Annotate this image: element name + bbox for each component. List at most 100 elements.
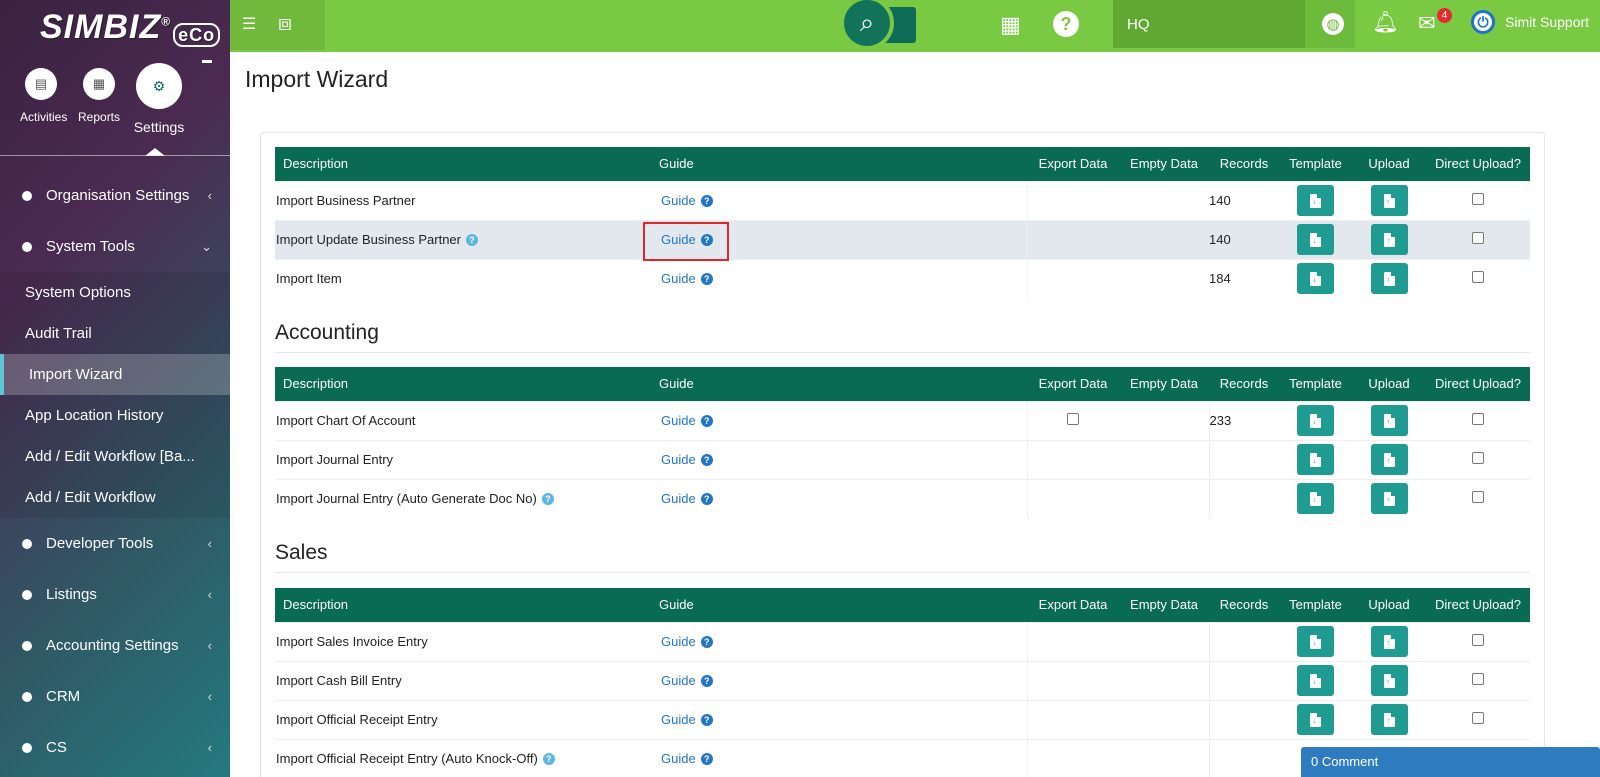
question-icon[interactable]: ? <box>700 636 713 648</box>
template-download-button[interactable]: ↓ <box>1297 704 1334 735</box>
sidebar-item-listings[interactable]: Listings ‹ <box>0 569 230 620</box>
upload-button[interactable]: ↑ <box>1370 185 1408 216</box>
direct-upload-checkbox[interactable] <box>1472 193 1484 205</box>
sidebar-sub-audit-trail[interactable]: Audit Trail <box>0 313 230 354</box>
sidebar-sub-import-wizard[interactable]: Import Wizard <box>0 354 230 395</box>
export-cell <box>1026 478 1119 518</box>
section-title-sales: Sales <box>275 541 328 564</box>
sidebar-item-organisation-settings[interactable]: Organisation Settings ‹ <box>0 170 230 221</box>
guide-link[interactable]: Guide <box>661 673 696 688</box>
quick-reports[interactable]: ▦ Reports <box>78 68 120 124</box>
chevron-left-icon: ‹ <box>207 740 212 755</box>
template-download-button[interactable]: ↓ <box>1297 444 1334 475</box>
sidebar-item-cs[interactable]: CS ‹ <box>0 722 230 773</box>
sidebar-sub-add-edit-workflow-ba[interactable]: Add / Edit Workflow [Ba... <box>0 436 230 477</box>
sidebar-item-developer-tools[interactable]: Developer Tools ‹ <box>0 518 230 569</box>
hamburger-menu-icon[interactable]: ☰ <box>242 14 256 34</box>
upload-button[interactable]: ↑ <box>1370 224 1408 255</box>
bullet-icon <box>22 742 32 753</box>
brand-logo[interactable]: SIMBIZ®eCo <box>40 8 221 47</box>
info-icon[interactable]: ? <box>541 493 554 506</box>
question-icon[interactable]: ? <box>700 195 713 207</box>
sidebar-sub-system-options[interactable]: System Options <box>0 272 230 313</box>
upload-button[interactable]: ↑ <box>1370 405 1408 436</box>
col-records: Records <box>1219 597 1269 613</box>
guide-link[interactable]: Guide <box>661 751 696 766</box>
col-direct-upload: Direct Upload? <box>1435 156 1521 172</box>
upload-button[interactable]: ↑ <box>1370 444 1408 475</box>
mail-icon[interactable]: ✉ <box>1418 11 1436 36</box>
question-icon[interactable]: ? <box>700 493 713 506</box>
store-icon[interactable]: ▦ <box>1000 12 1026 37</box>
quick-settings[interactable]: ⚙ Settings <box>131 63 187 135</box>
export-cell <box>1026 660 1119 700</box>
guide-link[interactable]: Guide <box>661 634 696 649</box>
template-download-button[interactable]: ↓ <box>1297 626 1334 657</box>
sidebar-sub-add-edit-workflow[interactable]: Add / Edit Workflow <box>0 477 230 518</box>
upload-button[interactable]: ↑ <box>1370 263 1408 295</box>
guide-link[interactable]: Guide <box>661 452 696 467</box>
bell-icon[interactable]: 🔔︎ <box>1372 11 1399 35</box>
sidebar-item-label: System Tools <box>46 238 135 255</box>
question-icon[interactable]: ? <box>700 273 713 286</box>
info-icon[interactable]: ? <box>542 753 555 766</box>
export-data-checkbox[interactable] <box>1067 413 1080 425</box>
template-download-button[interactable]: ↓ <box>1297 483 1334 515</box>
user-name[interactable]: Simit Support <box>1505 14 1589 30</box>
modules-cubes-icon[interactable]: ⧈ <box>278 10 292 36</box>
question-icon[interactable]: ? <box>700 415 713 427</box>
power-icon[interactable]: ⏻ <box>1471 10 1495 34</box>
question-icon[interactable]: ? <box>700 714 713 726</box>
guide-link[interactable]: Guide <box>661 491 696 506</box>
branch-selector[interactable]: HQ <box>1113 0 1305 48</box>
quick-activities-label: Activities <box>20 110 68 124</box>
template-download-button[interactable]: ↓ <box>1297 665 1334 696</box>
upload-button[interactable]: ↑ <box>1370 483 1408 515</box>
globe-icon[interactable]: ◍ <box>1322 13 1344 35</box>
upload-button[interactable]: ↑ <box>1370 626 1408 657</box>
col-guide: Guide <box>659 156 694 172</box>
direct-upload-checkbox[interactable] <box>1472 491 1484 504</box>
comment-bar[interactable]: 0 Comment <box>1301 747 1600 777</box>
guide-link[interactable]: Guide <box>661 413 696 428</box>
direct-upload-checkbox[interactable] <box>1472 413 1484 425</box>
sidebar-item-accounting-settings[interactable]: Accounting Settings ‹ <box>0 620 230 671</box>
bullet-icon <box>22 190 32 201</box>
upload-button[interactable]: ↑ <box>1370 704 1408 735</box>
question-icon[interactable]: ? <box>700 675 713 687</box>
direct-upload-checkbox[interactable] <box>1472 232 1484 244</box>
guide-link[interactable]: Guide <box>661 271 696 286</box>
direct-upload-checkbox[interactable] <box>1472 673 1484 685</box>
guide-link[interactable]: Guide <box>661 712 696 727</box>
col-records: Records <box>1219 376 1269 392</box>
file-upload-icon: ↑ <box>1383 452 1395 467</box>
template-download-button[interactable]: ↓ <box>1297 263 1334 295</box>
records-count: 140 <box>1209 180 1279 220</box>
direct-upload-checkbox[interactable] <box>1472 271 1484 284</box>
sidebar-item-crm[interactable]: CRM ‹ <box>0 671 230 722</box>
direct-upload-checkbox[interactable] <box>1472 452 1484 464</box>
table-row: Import Sales Invoice Entry Guide? ↓ ↑ <box>275 621 1530 661</box>
template-download-button[interactable]: ↓ <box>1297 185 1334 216</box>
help-icon[interactable]: ? <box>1053 11 1079 37</box>
question-icon[interactable]: ? <box>700 753 713 766</box>
question-icon[interactable]: ? <box>700 454 713 466</box>
template-download-button[interactable]: ↓ <box>1297 405 1334 436</box>
empty-cell <box>1119 478 1209 518</box>
empty-cell <box>1119 400 1209 440</box>
info-icon[interactable]: ? <box>465 234 478 246</box>
sidebar-sub-app-location-history[interactable]: App Location History <box>0 395 230 436</box>
file-upload-icon: ↑ <box>1383 232 1395 247</box>
direct-upload-checkbox[interactable] <box>1472 712 1484 724</box>
col-upload: Upload <box>1368 376 1410 392</box>
sidebar-item-label: Organisation Settings <box>46 187 190 204</box>
upload-button[interactable]: ↑ <box>1370 665 1408 696</box>
direct-upload-checkbox[interactable] <box>1472 634 1484 646</box>
sidebar-item-system-tools[interactable]: System Tools ⌄ <box>0 221 230 272</box>
sidebar-collapse-button[interactable] <box>202 60 212 63</box>
quick-activities[interactable]: ▤ Activities <box>20 68 68 124</box>
template-download-button[interactable]: ↓ <box>1297 224 1334 255</box>
guide-link[interactable]: Guide <box>661 193 696 208</box>
empty-cell <box>1119 258 1209 298</box>
file-download-icon: ↓ <box>1310 491 1321 506</box>
